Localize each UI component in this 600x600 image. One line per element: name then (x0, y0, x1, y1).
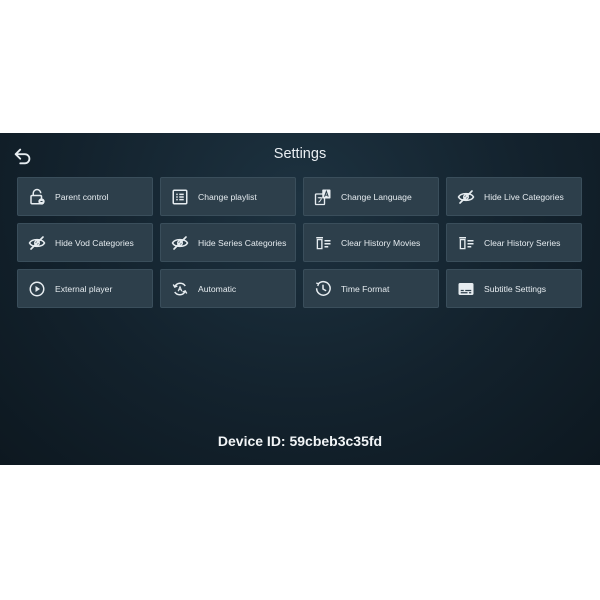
automatic-button[interactable]: Automatic (160, 269, 296, 308)
page-title: Settings (273, 146, 327, 162)
automatic-label: Automatic (198, 283, 237, 294)
settings-screen: Settings Parent control Change playlist … (0, 133, 600, 465)
eye-off-icon (457, 188, 475, 206)
change-language-label: Change Language (341, 191, 412, 202)
subtitle-settings-label: Subtitle Settings (484, 283, 547, 294)
clock-icon (314, 280, 332, 298)
hide-live-categories-label: Hide Live Categories (484, 191, 564, 202)
auto-refresh-icon (171, 280, 189, 298)
clear-history-movies-button[interactable]: Clear History Movies (303, 223, 439, 262)
play-circle-icon (28, 280, 46, 298)
change-language-button[interactable]: Change Language (303, 177, 439, 216)
parent-control-label: Parent control (55, 191, 109, 202)
external-player-button[interactable]: External player (17, 269, 153, 308)
hide-live-categories-button[interactable]: Hide Live Categories (446, 177, 582, 216)
clear-list-icon (314, 234, 332, 252)
clear-history-series-label: Clear History Series (484, 237, 561, 248)
time-format-button[interactable]: Time Format (303, 269, 439, 308)
eye-off-icon (28, 234, 46, 252)
list-icon (171, 188, 189, 206)
subtitles-icon (457, 280, 475, 298)
hide-series-categories-button[interactable]: Hide Series Categories (160, 223, 296, 262)
clear-history-movies-label: Clear History Movies (341, 237, 421, 248)
change-playlist-button[interactable]: Change playlist (160, 177, 296, 216)
clear-history-series-button[interactable]: Clear History Series (446, 223, 582, 262)
parent-control-button[interactable]: Parent control (17, 177, 153, 216)
hide-series-categories-label: Hide Series Categories (198, 237, 287, 248)
device-id-text: Device ID: 59cbeb3c35fd (217, 433, 383, 449)
hide-vod-categories-label: Hide Vod Categories (55, 237, 134, 248)
hide-vod-categories-button[interactable]: Hide Vod Categories (17, 223, 153, 262)
subtitle-settings-button[interactable]: Subtitle Settings (446, 269, 582, 308)
translate-icon (314, 188, 332, 206)
change-playlist-label: Change playlist (198, 191, 257, 202)
settings-grid: Parent control Change playlist Change La… (17, 177, 583, 308)
clear-list-icon (457, 234, 475, 252)
external-player-label: External player (55, 283, 113, 294)
time-format-label: Time Format (341, 283, 390, 294)
eye-off-icon (171, 234, 189, 252)
lock-icon (28, 188, 46, 206)
